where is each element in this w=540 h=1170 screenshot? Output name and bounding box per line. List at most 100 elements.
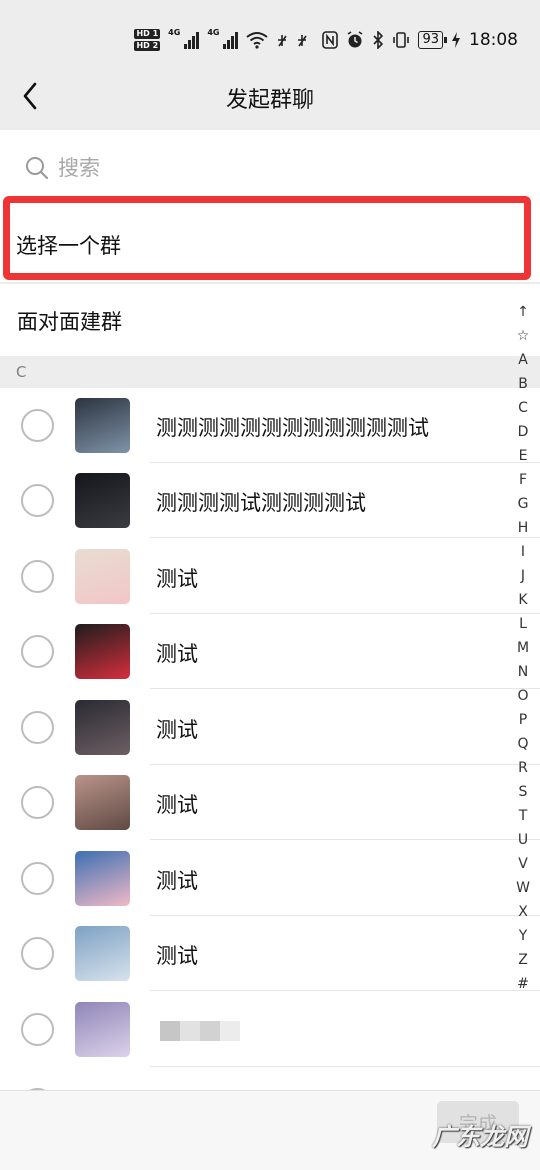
face-to-face-label: 面对面建群 xyxy=(17,310,122,334)
index-letter[interactable]: Y xyxy=(519,924,528,948)
contact-row[interactable]: 测试 xyxy=(0,539,540,614)
contact-row[interactable]: 测试 xyxy=(0,690,540,765)
contact-name: 测试 xyxy=(156,869,198,893)
divider xyxy=(150,839,540,840)
index-letter[interactable]: F xyxy=(519,468,527,492)
index-letter[interactable]: S xyxy=(519,780,528,804)
divider xyxy=(150,537,540,538)
index-letter[interactable]: J xyxy=(521,564,525,588)
network-type-label-2: 4G xyxy=(207,28,220,37)
avatar xyxy=(75,549,130,604)
charging-icon xyxy=(452,32,460,48)
contact-row[interactable]: 测试 xyxy=(0,916,540,991)
contact-name: 测试 xyxy=(156,642,198,666)
index-letter[interactable]: K xyxy=(518,588,527,612)
alphabet-index[interactable]: ↑ ☆ A B C D E F G H I J K L M N O P Q R S T U V W X Y Z # xyxy=(514,300,532,996)
watermark: 广东龙网 xyxy=(432,1123,528,1151)
hd2-label: HD 2 xyxy=(134,41,161,51)
status-icons: HD 1 HD 2 4G 4G 93 18:08 xyxy=(134,28,518,52)
index-letter[interactable]: M xyxy=(517,636,529,660)
contact-row[interactable]: 测试 xyxy=(0,841,540,916)
select-radio[interactable] xyxy=(21,786,54,819)
contact-row[interactable]: 测试 xyxy=(0,614,540,689)
select-group-option[interactable]: 选择一个群 xyxy=(0,200,540,282)
avatar xyxy=(75,398,130,453)
index-letter[interactable]: H xyxy=(518,516,529,540)
signal-icon xyxy=(184,31,200,49)
battery-icon: 93 xyxy=(418,31,447,49)
contact-name: 测测测测测测测测测测测测试 xyxy=(156,416,429,440)
contact-row[interactable] xyxy=(0,1067,540,1090)
avatar xyxy=(75,700,130,755)
select-radio[interactable] xyxy=(21,862,54,895)
bluetooth-icon xyxy=(373,31,384,49)
blurred-contact-name xyxy=(160,1021,240,1041)
index-letter[interactable]: P xyxy=(519,708,527,732)
section-letter: C xyxy=(16,363,27,381)
vibrate-icon xyxy=(393,32,410,48)
index-letter[interactable]: T xyxy=(519,804,528,828)
contact-name: 测试 xyxy=(156,567,198,591)
index-letter[interactable]: A xyxy=(518,348,528,372)
index-letter[interactable]: N xyxy=(518,660,528,684)
index-letter[interactable]: X xyxy=(518,900,528,924)
hd-indicator: HD 1 HD 2 xyxy=(134,29,161,51)
index-letter[interactable]: V xyxy=(518,852,528,876)
index-letter[interactable]: D xyxy=(518,420,529,444)
index-letter[interactable]: W xyxy=(516,876,530,900)
search-bar[interactable] xyxy=(0,130,540,206)
search-icon xyxy=(26,157,49,180)
index-letter[interactable]: U xyxy=(518,828,528,852)
contact-name: 测试 xyxy=(156,793,198,817)
wifi-icon xyxy=(246,32,269,49)
index-letter[interactable]: ☆ xyxy=(517,324,530,348)
avatar xyxy=(75,624,130,679)
avatar xyxy=(75,775,130,830)
contact-name: 测试 xyxy=(156,944,198,968)
index-letter[interactable]: E xyxy=(519,444,528,468)
navigation-bar: 发起群聊 xyxy=(0,62,540,130)
contact-row[interactable] xyxy=(0,992,540,1067)
index-letter[interactable]: L xyxy=(519,612,527,636)
avatar xyxy=(75,473,130,528)
index-letter[interactable]: R xyxy=(518,756,528,780)
avatar xyxy=(75,1002,130,1057)
index-letter[interactable]: Q xyxy=(517,732,528,756)
index-letter[interactable]: O xyxy=(517,684,528,708)
contact-row[interactable]: 测测测测试测测测测试 xyxy=(0,463,540,538)
index-letter[interactable]: I xyxy=(521,540,525,564)
avatar xyxy=(75,926,130,981)
select-radio[interactable] xyxy=(21,409,54,442)
contact-row[interactable]: 测试 xyxy=(0,765,540,840)
select-radio[interactable] xyxy=(21,1013,54,1046)
search-input[interactable] xyxy=(58,152,358,184)
network-type-label: 4G xyxy=(168,28,181,37)
select-radio[interactable] xyxy=(21,635,54,668)
index-letter[interactable]: ↑ xyxy=(517,300,529,324)
alarm-icon xyxy=(348,31,363,48)
select-radio[interactable] xyxy=(21,484,54,517)
select-radio[interactable] xyxy=(21,711,54,744)
nfc-icon xyxy=(322,31,339,49)
page-title: 发起群聊 xyxy=(225,88,314,113)
divider xyxy=(150,688,540,689)
contact-name: 测测测测试测测测测试 xyxy=(156,491,366,515)
index-letter[interactable]: C xyxy=(518,396,528,420)
avatar xyxy=(75,851,130,906)
index-letter[interactable]: G xyxy=(518,492,529,516)
section-header: C xyxy=(0,356,540,388)
hd1-label: HD 1 xyxy=(134,29,161,39)
select-radio[interactable] xyxy=(21,560,54,593)
face-to-face-option[interactable]: 面对面建群 xyxy=(0,284,540,356)
index-letter[interactable]: # xyxy=(517,972,529,996)
select-group-label: 选择一个群 xyxy=(16,234,121,258)
select-radio[interactable] xyxy=(21,937,54,970)
contact-list[interactable]: 测测测测测测测测测测测测试 测测测测试测测测测试 测试 测试 测试 测试 测试 xyxy=(0,388,540,1090)
index-letter[interactable]: Z xyxy=(518,948,528,972)
index-letter[interactable]: B xyxy=(518,372,528,396)
divider xyxy=(150,990,540,991)
contact-name: 测试 xyxy=(156,718,198,742)
contact-row[interactable]: 测测测测测测测测测测测测试 xyxy=(0,388,540,463)
payment-icon xyxy=(278,35,308,47)
signal-icon-2 xyxy=(223,31,239,49)
